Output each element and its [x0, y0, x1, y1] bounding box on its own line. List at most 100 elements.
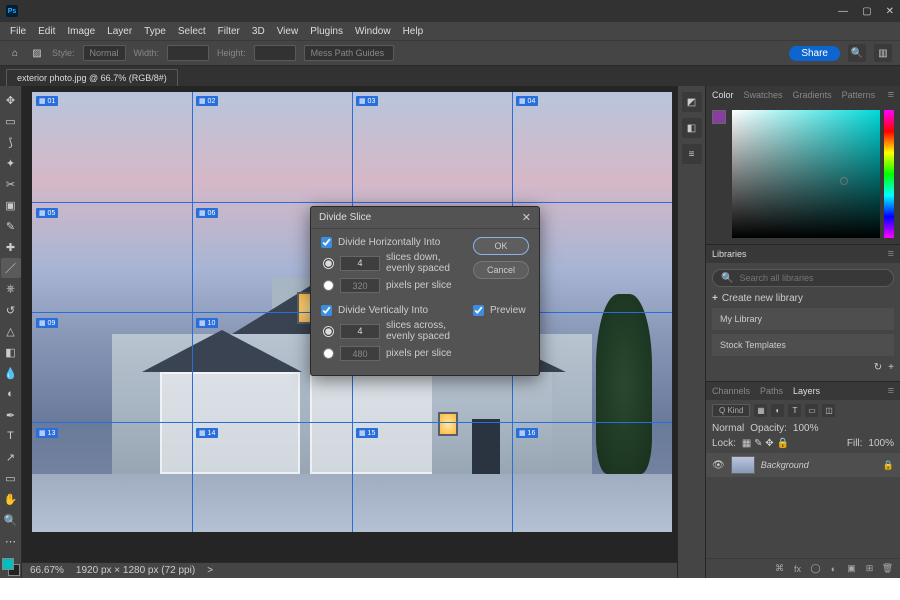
eyedropper-tool[interactable]: ✎	[1, 216, 21, 236]
tool-preset-icon[interactable]: ▨	[30, 46, 44, 60]
slice-badge[interactable]: ▦ 01	[36, 96, 58, 106]
tab-color[interactable]: Color	[712, 90, 734, 100]
mask-icon[interactable]: ◯	[809, 562, 822, 575]
menu-image[interactable]: Image	[67, 26, 95, 37]
vert-slices-input[interactable]	[340, 324, 380, 339]
menu-filter[interactable]: Filter	[218, 26, 240, 37]
layer-row[interactable]: 👁 Background 🔒	[706, 453, 900, 477]
pen-tool[interactable]: ✒	[1, 405, 21, 425]
document-info[interactable]: 1920 px × 1280 px (72 ppi)	[76, 565, 195, 576]
path-tool[interactable]: ↗	[1, 447, 21, 467]
lasso-tool[interactable]: ⟆	[1, 132, 21, 152]
current-color-swatch[interactable]	[712, 110, 726, 124]
color-field[interactable]	[732, 110, 880, 238]
library-item[interactable]: My Library	[712, 308, 894, 330]
opacity-value[interactable]: 100%	[793, 423, 819, 434]
tab-layers[interactable]: Layers	[793, 386, 820, 396]
lock-icons[interactable]: ▦ ✎ ✥ 🔒	[742, 438, 789, 449]
slice-badge[interactable]: ▦ 05	[36, 208, 58, 218]
style-dropdown[interactable]: Normal	[83, 45, 126, 61]
tab-swatches[interactable]: Swatches	[744, 90, 783, 100]
maximize-button[interactable]: ▢	[862, 6, 871, 17]
menu-view[interactable]: View	[277, 26, 299, 37]
close-button[interactable]: ✕	[886, 6, 894, 17]
panel-menu-icon[interactable]: ≡	[888, 248, 894, 260]
divide-vertical-checkbox[interactable]	[321, 305, 332, 316]
filter-shape-icon[interactable]: ▭	[805, 404, 818, 417]
filter-pixel-icon[interactable]: ▦	[754, 404, 767, 417]
healing-tool[interactable]: ✚	[1, 237, 21, 257]
fill-value[interactable]: 100%	[868, 438, 894, 449]
slice-badge[interactable]: ▦ 04	[516, 96, 538, 106]
tab-gradients[interactable]: Gradients	[793, 90, 832, 100]
menu-help[interactable]: Help	[403, 26, 424, 37]
hue-slider[interactable]	[884, 110, 894, 238]
group-icon[interactable]: ▣	[845, 562, 858, 575]
menu-select[interactable]: Select	[178, 26, 206, 37]
panel-menu-icon[interactable]: ≡	[888, 89, 894, 101]
layer-thumbnail[interactable]	[731, 456, 755, 474]
vert-slices-radio[interactable]	[323, 326, 334, 337]
search-icon[interactable]: 🔍	[848, 44, 866, 62]
tab-patterns[interactable]: Patterns	[842, 90, 876, 100]
panel-menu-icon[interactable]: ≡	[888, 385, 894, 397]
slice-badge[interactable]: ▦ 15	[356, 428, 378, 438]
menu-plugins[interactable]: Plugins	[310, 26, 343, 37]
slice-badge[interactable]: ▦ 16	[516, 428, 538, 438]
crop-tool[interactable]: ✂	[1, 174, 21, 194]
library-add-icon[interactable]: +	[888, 362, 894, 373]
slice-badge[interactable]: ▦ 02	[196, 96, 218, 106]
gradient-tool[interactable]: ◧	[1, 342, 21, 362]
slice-badge[interactable]: ▦ 14	[196, 428, 218, 438]
extra-options-button[interactable]: Mess Path Guides	[304, 45, 394, 61]
preview-checkbox[interactable]	[473, 305, 484, 316]
width-field[interactable]	[167, 45, 209, 61]
share-button[interactable]: Share	[789, 46, 840, 61]
library-item[interactable]: Stock Templates	[712, 334, 894, 356]
minimize-button[interactable]: —	[838, 6, 848, 17]
library-search[interactable]: 🔍	[712, 269, 894, 287]
slice-badge[interactable]: ▦ 09	[36, 318, 58, 328]
cancel-button[interactable]: Cancel	[473, 261, 529, 279]
dialog-close-icon[interactable]: ✕	[522, 211, 531, 224]
filter-smart-icon[interactable]: ◫	[822, 404, 835, 417]
link-layers-icon[interactable]: ⌘	[773, 562, 786, 575]
history-panel-icon[interactable]: ◩	[682, 92, 702, 112]
blur-tool[interactable]: 💧	[1, 363, 21, 383]
properties-panel-icon[interactable]: ≡	[682, 144, 702, 164]
adjustments-panel-icon[interactable]: ◧	[682, 118, 702, 138]
marquee-tool[interactable]: ▭	[1, 111, 21, 131]
menu-3d[interactable]: 3D	[252, 26, 265, 37]
slice-badge[interactable]: ▦ 03	[356, 96, 378, 106]
slice-badge[interactable]: ▦ 10	[196, 318, 218, 328]
slice-badge[interactable]: ▦ 06	[196, 208, 218, 218]
menu-edit[interactable]: Edit	[38, 26, 55, 37]
fx-icon[interactable]: fx	[791, 562, 804, 575]
filter-adjust-icon[interactable]: ◐	[771, 404, 784, 417]
history-brush-tool[interactable]: ↺	[1, 300, 21, 320]
color-swatches[interactable]	[2, 558, 20, 576]
menu-type[interactable]: Type	[144, 26, 166, 37]
zoom-tool[interactable]: 🔍	[1, 510, 21, 530]
stamp-tool[interactable]: ⎈	[1, 279, 21, 299]
new-layer-icon[interactable]: ⊞	[863, 562, 876, 575]
menu-layer[interactable]: Layer	[107, 26, 132, 37]
slice-guide-h[interactable]	[32, 202, 672, 203]
ok-button[interactable]: OK	[473, 237, 529, 255]
tab-channels[interactable]: Channels	[712, 386, 750, 396]
visibility-icon[interactable]: 👁	[712, 460, 725, 471]
lock-icon[interactable]: 🔒	[883, 460, 894, 471]
edit-toolbar[interactable]: ⋯	[1, 531, 21, 551]
vert-pixels-radio[interactable]	[323, 348, 334, 359]
horiz-slices-radio[interactable]	[323, 258, 334, 269]
divide-horizontal-checkbox[interactable]	[321, 237, 332, 248]
eraser-tool[interactable]: △	[1, 321, 21, 341]
shape-tool[interactable]: ▭	[1, 468, 21, 488]
create-library-button[interactable]: +Create new library	[712, 293, 894, 304]
zoom-level[interactable]: 66.67%	[30, 565, 64, 576]
info-chevron-icon[interactable]: >	[207, 565, 213, 576]
brush-tool[interactable]: ／	[1, 258, 21, 278]
horiz-slices-input[interactable]	[340, 256, 380, 271]
filter-type-icon[interactable]: T	[788, 404, 801, 417]
library-search-input[interactable]	[739, 273, 885, 283]
